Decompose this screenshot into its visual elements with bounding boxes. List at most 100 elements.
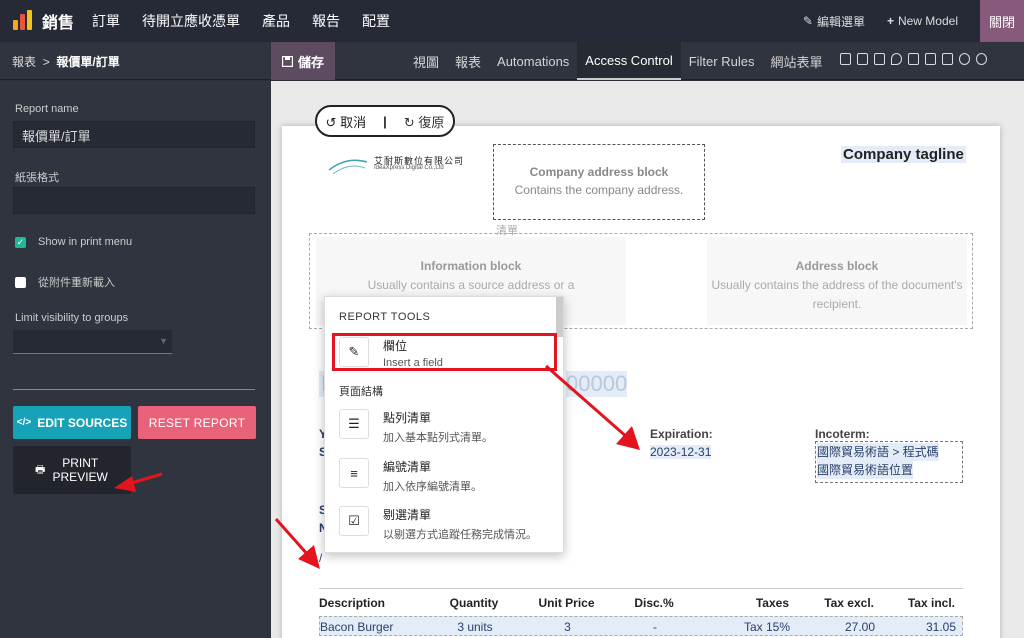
list-view-icon[interactable] bbox=[857, 53, 868, 65]
paper-format-input[interactable] bbox=[13, 187, 255, 214]
groups-select[interactable]: ▼ bbox=[13, 330, 172, 354]
save-button[interactable]: 儲存 bbox=[271, 42, 335, 80]
cell-tax-incl: 31.05 bbox=[925, 620, 956, 634]
undo-label: 取消 bbox=[340, 114, 367, 130]
tab-reports[interactable]: 報表 bbox=[447, 42, 489, 80]
tool-checklist[interactable]: ☑ 剔選清單 以剔選方式追蹤任務完成情況。 bbox=[339, 506, 549, 542]
menu-reporting[interactable]: 報告 bbox=[312, 11, 340, 31]
redo-label: 復原 bbox=[418, 114, 445, 130]
cell-tax-excl: 27.00 bbox=[844, 620, 875, 634]
company-address-title: Company address block bbox=[529, 165, 669, 179]
reload-attachment-label: 從附件重新載入 bbox=[38, 277, 115, 289]
tool-checklist-title: 剔選清單 bbox=[383, 508, 432, 522]
reset-report-button[interactable]: RESET REPORT bbox=[138, 406, 256, 439]
new-model-button[interactable]: + New Model bbox=[887, 14, 958, 28]
tab-automations[interactable]: Automations bbox=[489, 42, 577, 80]
address-block[interactable]: Address block Usually contains the addre… bbox=[707, 237, 967, 325]
show-in-print-checkbox[interactable]: ✓ bbox=[15, 236, 26, 248]
top-navbar: 銷售 訂單 待開立應收憑單 產品 報告 配置 ✎ 編輯選單 + New Mode… bbox=[0, 0, 1024, 42]
incoterm-location: 國際貿易術語位置 bbox=[817, 461, 914, 479]
tool-checklist-desc: 以剔選方式追蹤任務完成情況。 bbox=[383, 529, 537, 541]
new-model-label: New Model bbox=[897, 14, 958, 28]
reload-attachment-toggle[interactable]: 從附件重新載入 bbox=[15, 274, 115, 290]
pencil-icon: ✎ bbox=[802, 14, 813, 28]
app-title[interactable]: 銷售 bbox=[42, 9, 74, 33]
tab-access-control[interactable]: Access Control bbox=[577, 42, 681, 80]
popup-scrollbar[interactable] bbox=[556, 297, 563, 337]
table-row[interactable]: Bacon Burger 3 units 3 - Tax 15% 27.00 3… bbox=[319, 616, 963, 636]
cell-discount: - bbox=[653, 620, 657, 634]
breadcrumb: 報表 > 報價單/訂單 bbox=[12, 53, 120, 70]
calendar-view-icon[interactable] bbox=[908, 53, 919, 65]
save-label: 儲存 bbox=[297, 54, 324, 70]
printer-icon: 🖶 bbox=[35, 464, 46, 476]
edit-sources-button[interactable]: </> EDIT SOURCES bbox=[13, 406, 131, 439]
information-block-desc: Usually contains a source address or a bbox=[367, 278, 575, 292]
print-preview-button[interactable]: 🖶 PRINT PREVIEW bbox=[13, 446, 131, 494]
th-tax-excl[interactable]: Tax excl. bbox=[789, 596, 874, 616]
undo-icon: ↺ bbox=[325, 114, 337, 130]
expiration-value[interactable]: 2023-12-31 bbox=[650, 445, 712, 459]
map-view-icon[interactable] bbox=[891, 53, 902, 65]
checklist-icon: ☑ bbox=[339, 506, 369, 536]
report-name-input[interactable]: 報價單/訂單 bbox=[13, 121, 255, 148]
menu-configuration[interactable]: 配置 bbox=[362, 11, 390, 31]
tool-numbered-list[interactable]: ≡ 編號清單 加入依序編號清單。 bbox=[339, 458, 549, 494]
menu-to-invoice[interactable]: 待開立應收憑單 bbox=[142, 11, 240, 31]
tool-bullet-list-desc: 加入基本點列式清單。 bbox=[383, 432, 493, 444]
table-header: Description Quantity Unit Price Disc.% T… bbox=[319, 588, 963, 616]
tab-website-forms[interactable]: 網站表單 bbox=[762, 42, 830, 80]
tool-numbered-list-desc: 加入依序編號清單。 bbox=[383, 481, 482, 493]
show-in-print-toggle[interactable]: ✓ Show in print menu bbox=[15, 236, 132, 248]
form-view-icon[interactable] bbox=[840, 53, 851, 65]
top-menu: 訂單 待開立應收憑單 產品 報告 配置 bbox=[92, 11, 390, 31]
edit-menu-label: 編輯選單 bbox=[816, 14, 865, 29]
reload-attachment-checkbox[interactable] bbox=[15, 276, 26, 288]
address-block-title: Address block bbox=[795, 259, 879, 273]
company-tagline[interactable]: Company tagline bbox=[841, 146, 966, 163]
chevron-down-icon: ▼ bbox=[159, 336, 168, 346]
company-address-block[interactable]: Company address block Contains the compa… bbox=[493, 144, 705, 220]
search-view-icon[interactable] bbox=[976, 53, 987, 65]
edit-sources-label: EDIT SOURCES bbox=[37, 415, 128, 430]
tab-filter-rules[interactable]: Filter Rules bbox=[681, 42, 763, 80]
redo-icon: ↻ bbox=[403, 114, 415, 130]
view-switcher bbox=[840, 53, 987, 65]
close-studio-button[interactable]: 關閉 bbox=[980, 0, 1024, 42]
undo-button[interactable]: ↺ 取消 bbox=[326, 112, 367, 131]
menu-orders[interactable]: 訂單 bbox=[92, 11, 120, 31]
tool-bullet-list-title: 點列清單 bbox=[383, 411, 432, 425]
th-quantity[interactable]: Quantity bbox=[429, 596, 519, 616]
cell-taxes: Tax 15% bbox=[743, 620, 790, 634]
activity-view-icon[interactable] bbox=[959, 53, 970, 65]
report-sidebar: Report name 報價單/訂單 紙張格式 ✓ Show in print … bbox=[0, 81, 271, 638]
tool-bullet-list-text: 點列清單 加入基本點列式清單。 bbox=[383, 409, 493, 445]
redo-button[interactable]: ↻ 復原 bbox=[404, 112, 445, 131]
menu-products[interactable]: 產品 bbox=[262, 11, 290, 31]
incoterm-field[interactable]: 國際貿易術語 > 程式碼 國際貿易術語位置 bbox=[815, 441, 963, 483]
th-taxes[interactable]: Taxes bbox=[694, 596, 789, 616]
company-logo[interactable]: 艾耐斯數位有限公司 IdeaXpress Digital Co.,Ltd bbox=[327, 154, 467, 178]
th-description[interactable]: Description bbox=[319, 596, 429, 616]
numbered-list-icon: ≡ bbox=[339, 458, 369, 488]
graph-view-icon[interactable] bbox=[925, 53, 936, 65]
pivot-view-icon[interactable] bbox=[942, 53, 953, 65]
print-preview-text: PRINT PREVIEW bbox=[52, 456, 108, 484]
page-structure-label: 頁面結構 bbox=[339, 386, 383, 398]
show-in-print-label: Show in print menu bbox=[38, 236, 133, 248]
incoterm-code: 國際貿易術語 > 程式碼 bbox=[817, 443, 939, 461]
kanban-view-icon[interactable] bbox=[874, 53, 885, 65]
field-fragment[interactable]: / bbox=[319, 551, 322, 565]
studio-subbar: 報表 > 報價單/訂單 儲存 視圖 報表 Automations Access … bbox=[0, 42, 1024, 80]
th-discount[interactable]: Disc.% bbox=[614, 596, 694, 616]
th-unit-price[interactable]: Unit Price bbox=[519, 596, 614, 616]
tab-views[interactable]: 視圖 bbox=[405, 42, 447, 80]
document-number[interactable]: 00000 bbox=[566, 371, 628, 397]
th-tax-incl[interactable]: Tax incl. bbox=[874, 596, 959, 616]
expiration-label: Expiration: bbox=[650, 427, 713, 441]
sales-app-icon[interactable] bbox=[12, 10, 34, 32]
tool-bullet-list[interactable]: ☰ 點列清單 加入基本點列式清單。 bbox=[339, 409, 549, 445]
breadcrumb-reports[interactable]: 報表 bbox=[12, 55, 36, 69]
edit-menu-button[interactable]: ✎ 編輯選單 bbox=[803, 13, 865, 30]
address-block-desc: Usually contains the address of the docu… bbox=[711, 278, 963, 311]
